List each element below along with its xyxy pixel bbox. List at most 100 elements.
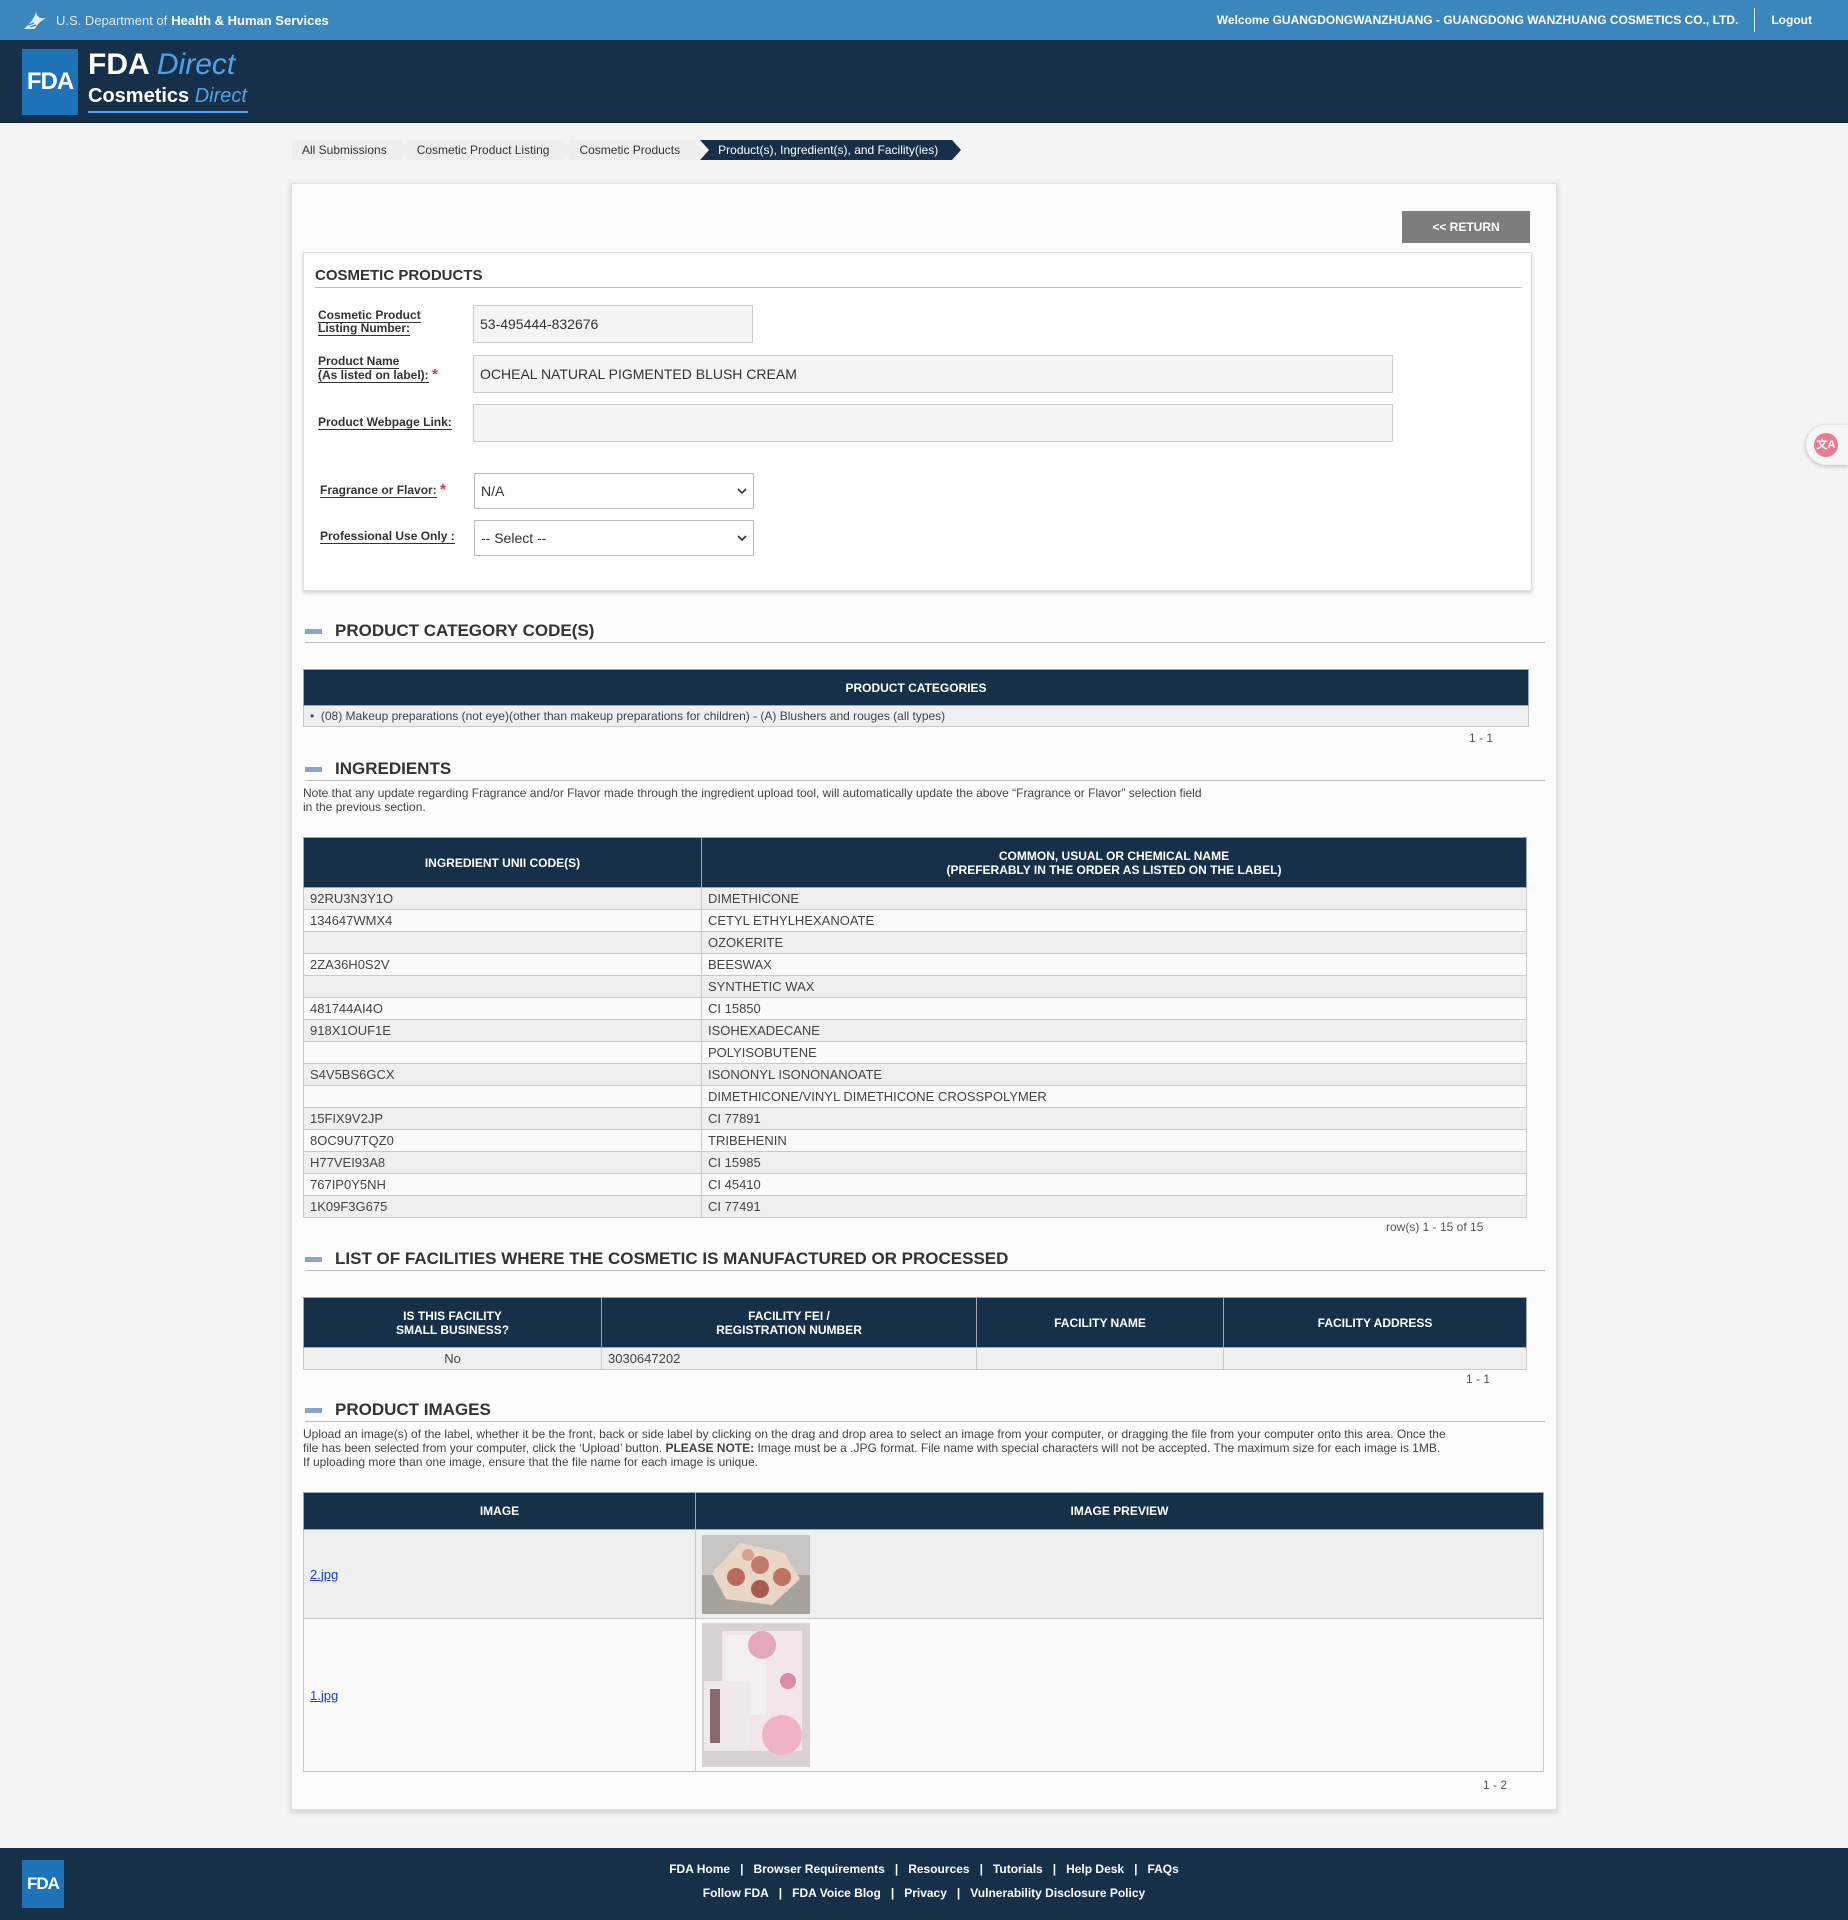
facility-name-column-header: FACILITY NAME [976, 1297, 1224, 1348]
chemical-name-cell: SYNTHETIC WAX [701, 975, 1527, 998]
unii-code-cell [303, 1041, 702, 1064]
table-row: S4V5BS6GCX ISONONYL ISONONANOATE [303, 1063, 1527, 1086]
footer-link-help-desk[interactable]: Help Desk [1066, 1862, 1124, 1876]
footer-link-fda-home[interactable]: FDA Home [669, 1862, 730, 1876]
product-webpage-label: Product Webpage Link: [318, 415, 452, 430]
footer-link-privacy[interactable]: Privacy [904, 1886, 947, 1900]
facilities-pager: 1 - 1 [1466, 1372, 1491, 1386]
chemical-name-cell: CI 45410 [701, 1173, 1527, 1196]
facilities-table: IS THIS FACILITY SMALL BUSINESS? FACILITY… [303, 1297, 1527, 1370]
logout-link[interactable]: Logout [1771, 13, 1812, 27]
facility-fei-column-header: FACILITY FEI / REGISTRATION NUMBER [601, 1297, 977, 1348]
translate-side-tab[interactable]: 文A [1806, 425, 1848, 465]
table-row: 767IP0Y5NH CI 45410 [303, 1173, 1527, 1196]
brand-cosmetics: Cosmetics [88, 85, 190, 107]
required-mark: * [440, 481, 446, 498]
breadcrumb-all-submissions[interactable]: All Submissions [292, 140, 410, 160]
unii-code-cell: H77VEI93A8 [303, 1151, 702, 1174]
topbar-divider [1754, 8, 1756, 32]
footer-link-fda-voice-blog[interactable]: FDA Voice Blog [792, 1886, 881, 1900]
listing-number-field[interactable] [473, 305, 753, 343]
table-row: OZOKERITE [303, 931, 1527, 954]
unii-code-cell: 481744AI4O [303, 997, 702, 1020]
breadcrumb-cosmetic-product-listing[interactable]: Cosmetic Product Listing [406, 140, 573, 160]
unii-code-cell: 134647WMX4 [303, 909, 702, 932]
chemical-name-column-header: COMMON, USUAL OR CHEMICAL NAME (PREFERABL… [701, 837, 1527, 888]
footer-links-row-2: Follow FDA | FDA Voice Blog | Privacy | Vulner… [0, 1886, 1848, 1900]
footer-links-row-1: FDA Home | Browser Requirements | Resources |… [0, 1862, 1848, 1876]
professional-use-select[interactable]: -- Select -- [474, 520, 754, 556]
return-button[interactable]: << RETURN [1402, 211, 1530, 243]
collapse-icon[interactable] [305, 1408, 322, 1413]
table-row: 2ZA36H0S2V BEESWAX [303, 953, 1527, 976]
table-row: 92RU3N3Y1O DIMETHICONE [303, 887, 1527, 910]
table-row: 15FIX9V2JP CI 77891 [303, 1107, 1527, 1130]
ingredients-note: Note that any update regarding Fragrance… [303, 786, 1202, 814]
unii-code-cell [303, 931, 702, 954]
product-images-section-header[interactable]: PRODUCT IMAGES [305, 1400, 1545, 1422]
divider [315, 287, 1522, 288]
footer-separator: | [1134, 1862, 1138, 1876]
hhs-branding[interactable]: U.S. Department of Health & Human Servic… [22, 0, 329, 40]
facility-fei-cell: 3030647202 [601, 1347, 977, 1370]
ingredients-section-header[interactable]: INGREDIENTS [305, 759, 1545, 781]
product-webpage-field[interactable] [473, 404, 1393, 442]
main-card: << RETURN COSMETIC PRODUCTS Cosmetic Pro… [291, 183, 1557, 1810]
chemical-name-cell: ISONONYL ISONONANOATE [701, 1063, 1527, 1086]
unii-code-cell: 918X1OUF1E [303, 1019, 702, 1042]
fragrance-select[interactable]: N/A [474, 473, 754, 509]
breadcrumb-cosmetic-products[interactable]: Cosmetic Products [569, 140, 703, 160]
unii-code-cell: 8OC9U7TQZ0 [303, 1129, 702, 1152]
image-file-link[interactable]: 2.jpg [310, 1567, 338, 1582]
product-name-field[interactable] [473, 355, 1393, 393]
table-row: 1K09F3G675 CI 77491 [303, 1195, 1527, 1218]
footer-link-faqs[interactable]: FAQs [1147, 1862, 1178, 1876]
images-pager: 1 - 2 [1483, 1778, 1508, 1792]
fragrance-label: Fragrance or Flavor: * [320, 481, 446, 498]
product-image-preview[interactable] [702, 1623, 810, 1767]
chemical-name-cell: ISOHEXADECANE [701, 1019, 1527, 1042]
category-item: (08) Makeup preparations (not eye)(other… [320, 709, 946, 723]
breadcrumb: All Submissions Cosmetic Product Listing… [292, 140, 962, 160]
table-row: SYNTHETIC WAX [303, 975, 1527, 998]
product-name-label: Product Name (As listed on label): * [318, 354, 438, 383]
small-business-column-header: IS THIS FACILITY SMALL BUSINESS? [303, 1297, 602, 1348]
chevron-down-icon [737, 535, 747, 542]
table-row: 481744AI4O CI 15850 [303, 997, 1527, 1020]
footer-link-follow-fda[interactable]: Follow FDA [703, 1886, 769, 1900]
cosmetics-direct-brand[interactable]: FDA Direct Cosmetics Direct [88, 48, 248, 113]
fda-logo[interactable]: FDA [22, 49, 78, 115]
hhs-bar: U.S. Department of Health & Human Servic… [0, 0, 1848, 40]
chemical-name-cell: BEESWAX [701, 953, 1527, 976]
collapse-icon[interactable] [305, 767, 322, 772]
product-categories-table: PRODUCT CATEGORIES • (08) Makeup prepara… [303, 669, 1529, 727]
chemical-name-cell: POLYISOBUTENE [701, 1041, 1527, 1064]
product-category-section-header[interactable]: PRODUCT CATEGORY CODE(S) [305, 621, 1545, 643]
collapse-icon[interactable] [305, 1257, 322, 1262]
facilities-section-header[interactable]: LIST OF FACILITIES WHERE THE COSMETIC IS… [305, 1249, 1545, 1271]
footer-link-tutorials[interactable]: Tutorials [993, 1862, 1043, 1876]
product-images-title: PRODUCT IMAGES [335, 1400, 491, 1419]
image-preview-column-header: IMAGE PREVIEW [695, 1492, 1544, 1530]
product-images-table: IMAGE IMAGE PREVIEW 2.jpg 1.jpg [303, 1492, 1544, 1772]
table-row: DIMETHICONE/VINYL DIMETHICONE CROSSPOLYM… [303, 1085, 1527, 1108]
unii-code-cell: 1K09F3G675 [303, 1195, 702, 1218]
listing-number-label: Cosmetic Product Listing Number: [318, 308, 421, 336]
facility-address-cell [1223, 1347, 1527, 1370]
brand-direct: Direct [156, 48, 236, 81]
footer-link-browser-requirements[interactable]: Browser Requirements [753, 1862, 884, 1876]
footer-link-resources[interactable]: Resources [908, 1862, 969, 1876]
footer-link-vulnerability-disclosure-policy[interactable]: Vulnerability Disclosure Policy [970, 1886, 1145, 1900]
image-file-link[interactable]: 1.jpg [310, 1688, 338, 1703]
chemical-name-cell: CI 15985 [701, 1151, 1527, 1174]
product-image-preview[interactable] [702, 1534, 810, 1614]
ingredients-pager: row(s) 1 - 15 of 15 [1386, 1220, 1484, 1234]
footer-separator: | [894, 1862, 899, 1876]
categories-pager: 1 - 1 [1469, 731, 1494, 745]
translate-icon: 文A [1814, 433, 1838, 457]
table-row: 1.jpg [303, 1618, 1544, 1772]
cosmetic-products-title: COSMETIC PRODUCTS [315, 267, 483, 284]
breadcrumb-current: Product(s), Ingredient(s), and Facility(… [700, 140, 962, 160]
collapse-icon[interactable] [305, 629, 322, 634]
ingredients-title: INGREDIENTS [335, 759, 452, 778]
